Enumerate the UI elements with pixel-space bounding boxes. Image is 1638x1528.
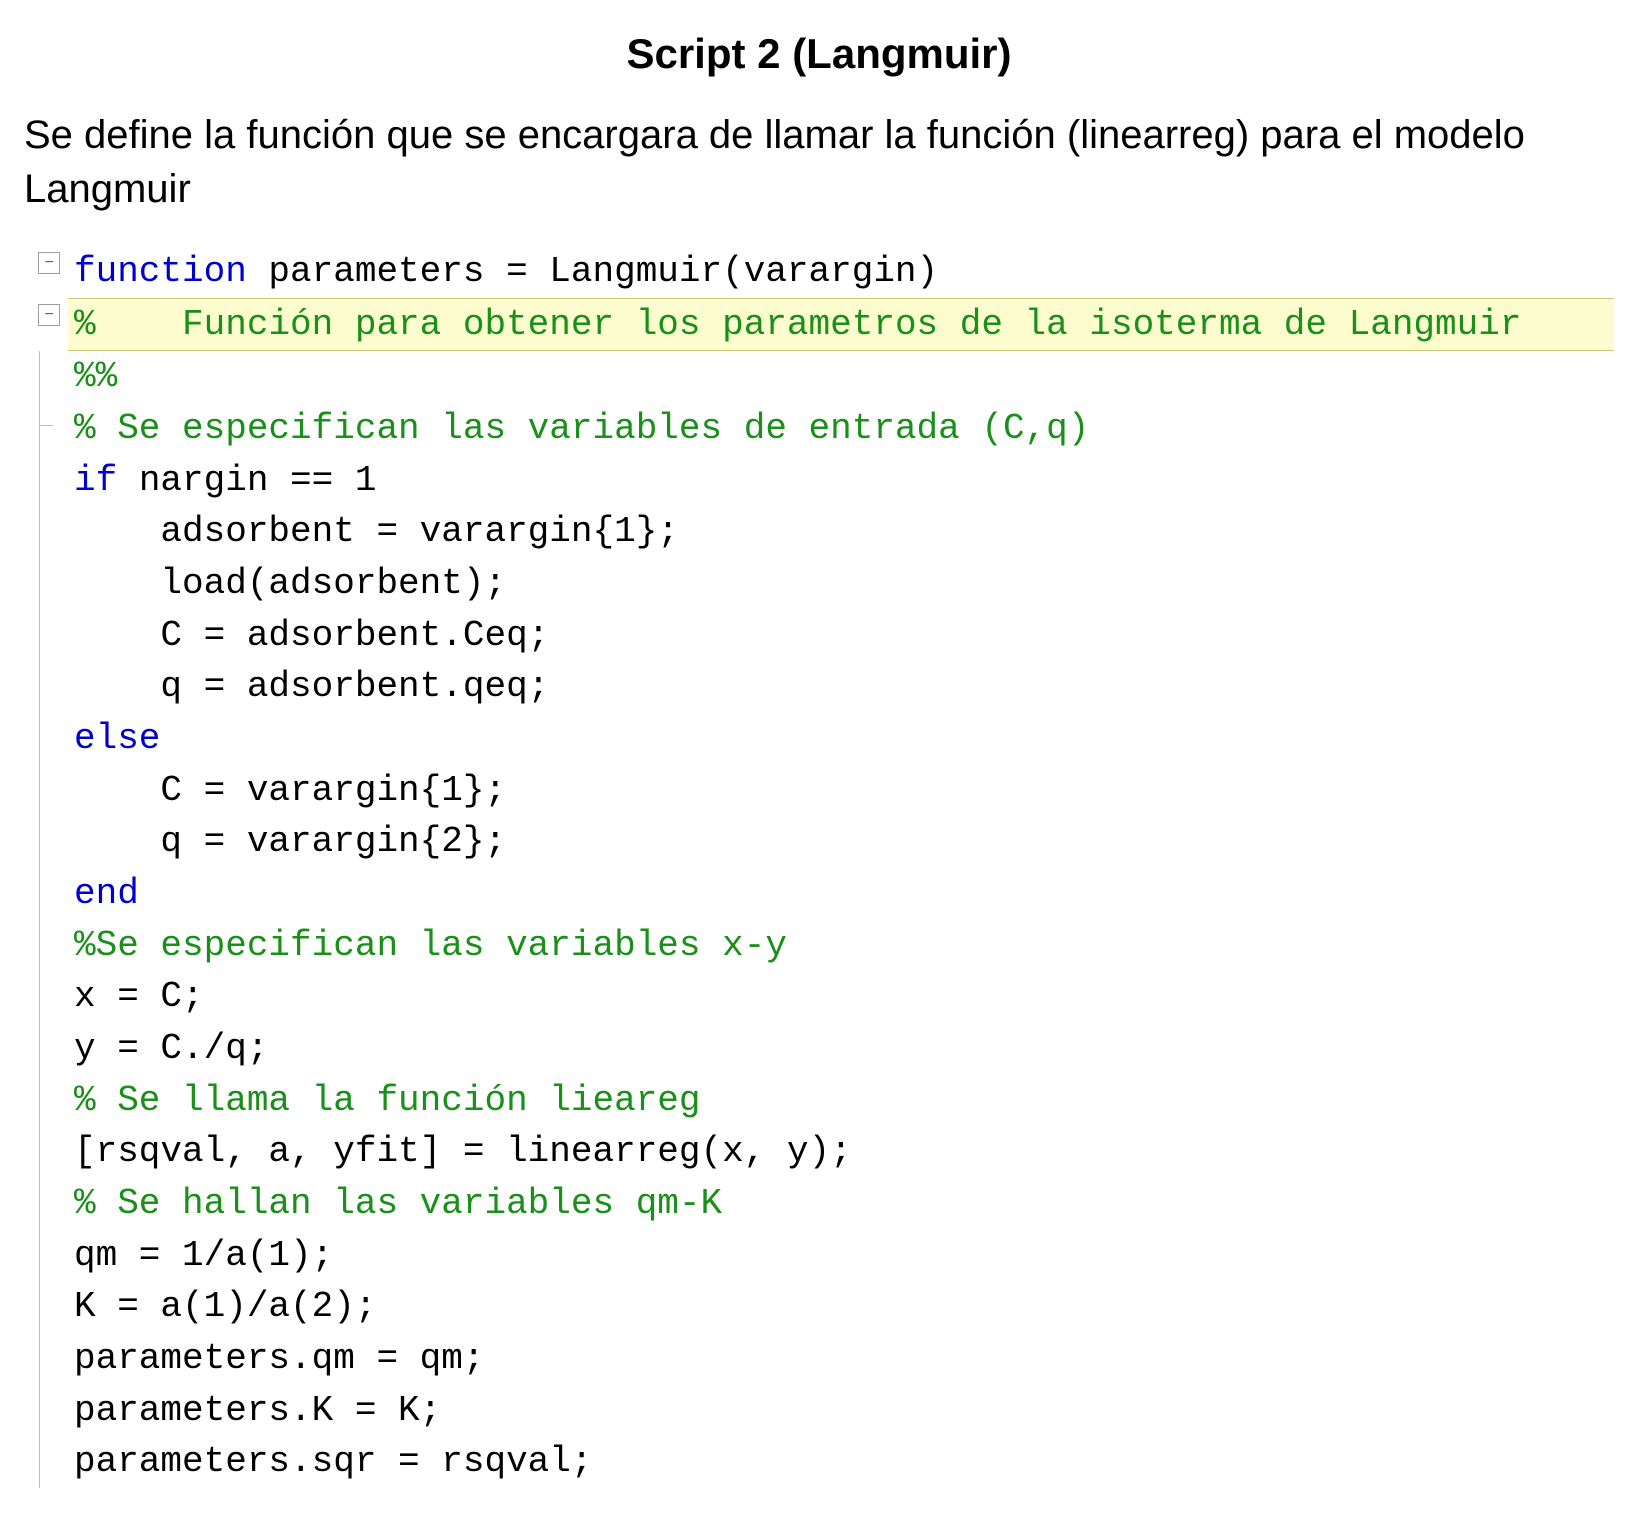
intro-text: Se define la función que se encargara de… xyxy=(24,108,1614,216)
code-editor: − function parameters = Langmuir(varargi… xyxy=(30,246,1614,1488)
code-line: if nargin == 1 xyxy=(68,455,1614,507)
code-line: %% xyxy=(68,351,1614,403)
page-title: Script 2 (Langmuir) xyxy=(24,30,1614,78)
code-line: qm = 1/a(1); xyxy=(68,1230,1614,1282)
code-line: adsorbent = varargin{1}; xyxy=(68,506,1614,558)
code-line: x = C; xyxy=(68,971,1614,1023)
code-line: C = varargin{1}; xyxy=(68,765,1614,817)
code-line: [rsqval, a, yfit] = linearreg(x, y); xyxy=(68,1126,1614,1178)
fold-toggle[interactable]: − xyxy=(38,252,60,274)
code-line: C = adsorbent.Ceq; xyxy=(68,610,1614,662)
code-line: q = adsorbent.qeq; xyxy=(68,661,1614,713)
code-line: parameters.sqr = rsqval; xyxy=(68,1436,1614,1488)
fold-toggle[interactable]: − xyxy=(38,304,60,326)
code-line: parameters.K = K; xyxy=(68,1385,1614,1437)
code-line: % Se especifican las variables de entrad… xyxy=(68,403,1614,455)
code-line: function parameters = Langmuir(varargin) xyxy=(68,246,1614,298)
code-line: y = C./q; xyxy=(68,1023,1614,1075)
code-line: % Función para obtener los parametros de… xyxy=(68,298,1614,352)
code-line: % Se llama la función lieareg xyxy=(68,1075,1614,1127)
code-line: % Se hallan las variables qm-K xyxy=(68,1178,1614,1230)
code-line: K = a(1)/a(2); xyxy=(68,1281,1614,1333)
code-line: parameters.qm = qm; xyxy=(68,1333,1614,1385)
code-line: q = varargin{2}; xyxy=(68,816,1614,868)
code-line: end xyxy=(68,868,1614,920)
code-line: else xyxy=(68,713,1614,765)
code-line: %Se especifican las variables x-y xyxy=(68,920,1614,972)
code-line: load(adsorbent); xyxy=(68,558,1614,610)
